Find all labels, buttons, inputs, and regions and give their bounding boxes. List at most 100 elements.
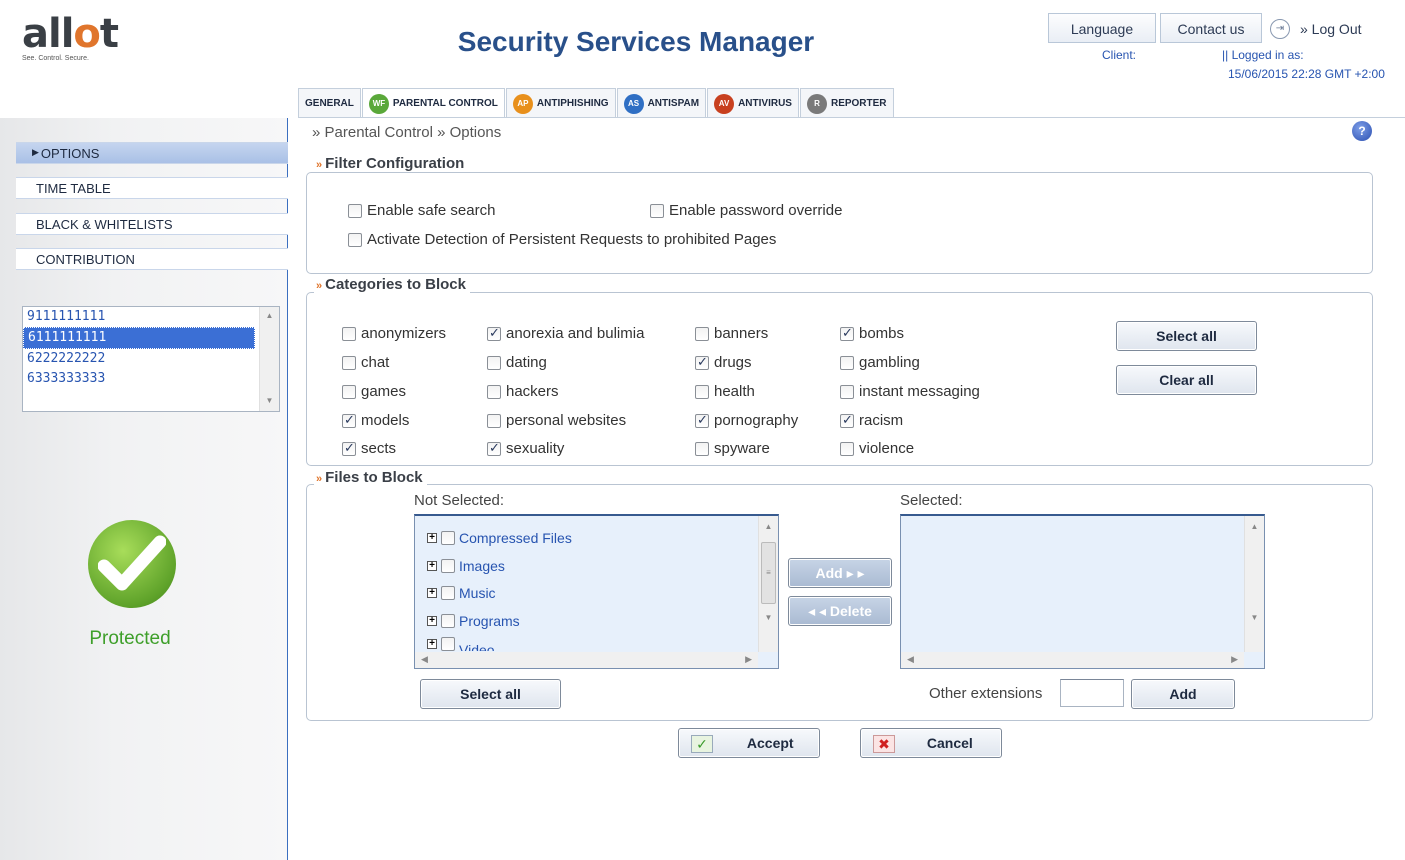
safe-search-checkbox[interactable]: Enable safe search — [348, 202, 495, 219]
scroll-up-icon[interactable]: ▲ — [759, 522, 778, 531]
checkbox-box[interactable] — [650, 203, 664, 218]
category-checkbox[interactable]: banners — [695, 325, 768, 342]
checkbox-box[interactable] — [695, 384, 709, 399]
scroll-right-icon[interactable]: ▶ — [745, 654, 752, 665]
checkbox-box[interactable] — [487, 413, 501, 428]
horizontal-scrollbar[interactable]: ◀ ▶ — [415, 652, 758, 668]
category-checkbox[interactable]: spyware — [695, 440, 770, 457]
password-override-checkbox[interactable]: Enable password override — [650, 202, 842, 219]
checkbox-box[interactable] — [487, 355, 501, 370]
accept-button[interactable]: ✓ Accept — [678, 728, 820, 758]
scroll-up-icon[interactable]: ▲ — [1245, 522, 1264, 531]
list-item-selected[interactable]: 6111111111 — [23, 327, 255, 349]
sidebar-item-contribution[interactable]: CONTRIBUTION — [16, 248, 288, 270]
scroll-down-icon[interactable]: ▼ — [759, 613, 778, 622]
scroll-right-icon[interactable]: ▶ — [1231, 654, 1238, 665]
expand-icon[interactable]: + — [427, 639, 437, 649]
persistent-requests-checkbox[interactable]: Activate Detection of Persistent Request… — [348, 231, 776, 248]
vertical-scrollbar[interactable]: ▲ ≡ ▼ — [758, 516, 778, 652]
language-button[interactable]: Language — [1048, 13, 1156, 43]
category-checkbox[interactable]: chat — [342, 354, 389, 371]
scroll-down-icon[interactable]: ▼ — [1245, 613, 1264, 622]
category-checkbox[interactable]: gambling — [840, 354, 920, 371]
checkbox-box[interactable] — [348, 203, 362, 218]
tab-reporter[interactable]: R REPORTER — [799, 88, 894, 118]
list-item[interactable]: 6222222222 — [23, 349, 255, 369]
tab-antiphishing[interactable]: AP ANTIPHISHING — [505, 88, 616, 118]
expand-icon[interactable]: + — [427, 533, 437, 543]
category-checkbox[interactable]: anorexia and bulimia — [487, 325, 644, 342]
category-checkbox[interactable]: sects — [342, 440, 396, 457]
checkbox-box[interactable] — [695, 354, 709, 370]
scroll-thumb[interactable]: ≡ — [761, 542, 776, 604]
tab-antivirus[interactable]: AV ANTIVIRUS — [707, 88, 799, 118]
client-list[interactable]: 9111111111 6111111111 6222222222 6333333… — [22, 306, 280, 412]
tab-parental-control[interactable]: WF PARENTAL CONTROL — [361, 88, 505, 118]
category-checkbox[interactable]: personal websites — [487, 412, 626, 429]
cancel-button[interactable]: ✖ Cancel — [860, 728, 1002, 758]
help-icon[interactable]: ? — [1352, 121, 1372, 141]
tree-item[interactable]: + Programs — [427, 613, 520, 629]
categories-clear-all-button[interactable]: Clear all — [1116, 365, 1257, 395]
scroll-left-icon[interactable]: ◀ — [907, 654, 914, 665]
checkbox-box[interactable] — [441, 614, 455, 628]
scroll-down-icon[interactable]: ▼ — [260, 396, 279, 405]
checkbox-box[interactable] — [695, 326, 709, 341]
checkbox-box[interactable] — [441, 586, 455, 600]
vertical-scrollbar[interactable]: ▲ ▼ — [1244, 516, 1264, 652]
sidebar-item-black-whitelists[interactable]: BLACK & WHITELISTS — [16, 213, 288, 235]
category-checkbox[interactable]: racism — [840, 412, 903, 429]
checkbox-box[interactable] — [441, 637, 455, 651]
checkbox-box[interactable] — [695, 412, 709, 428]
checkbox-box[interactable] — [695, 441, 709, 456]
list-item[interactable]: 6333333333 — [23, 369, 255, 389]
checkbox-box[interactable] — [487, 440, 501, 456]
logout-link[interactable]: » Log Out — [1300, 21, 1362, 37]
contact-us-button[interactable]: Contact us — [1160, 13, 1262, 43]
category-checkbox[interactable]: drugs — [695, 354, 752, 371]
category-checkbox[interactable]: bombs — [840, 325, 904, 342]
checkbox-box[interactable] — [441, 531, 455, 545]
checkbox-box[interactable] — [840, 384, 854, 399]
selected-file-list[interactable]: ▲ ▼ ◀ ▶ — [900, 514, 1265, 669]
tree-item[interactable]: + Compressed Files — [427, 530, 572, 546]
sidebar-item-time-table[interactable]: TIME TABLE — [16, 177, 288, 199]
tree-item[interactable]: + Music — [427, 585, 496, 601]
category-checkbox[interactable]: hackers — [487, 383, 559, 400]
checkbox-box[interactable] — [348, 232, 362, 247]
category-checkbox[interactable]: models — [342, 412, 409, 429]
checkbox-box[interactable] — [342, 384, 356, 399]
vertical-scrollbar[interactable]: ▲ ▼ — [259, 307, 279, 411]
category-checkbox[interactable]: dating — [487, 354, 547, 371]
checkbox-box[interactable] — [840, 412, 854, 428]
checkbox-box[interactable] — [342, 326, 356, 341]
category-checkbox[interactable]: anonymizers — [342, 325, 446, 342]
checkbox-box[interactable] — [840, 441, 854, 456]
scroll-left-icon[interactable]: ◀ — [421, 654, 428, 665]
other-extensions-input[interactable] — [1060, 679, 1124, 707]
checkbox-box[interactable] — [487, 384, 501, 399]
add-extension-button[interactable]: Add — [1131, 679, 1235, 709]
not-selected-file-tree[interactable]: + Compressed Files + Images + Music + Progra… — [414, 514, 779, 669]
category-checkbox[interactable]: instant messaging — [840, 383, 980, 400]
add-file-type-button[interactable]: Add ▸ ▸ — [788, 558, 892, 588]
tree-item[interactable]: + Images — [427, 558, 505, 574]
sidebar-item-options[interactable]: ▶ OPTIONS — [16, 142, 288, 164]
tab-antispam[interactable]: AS ANTISPAM — [616, 88, 707, 118]
expand-icon[interactable]: + — [427, 616, 437, 626]
tree-item[interactable]: + Video — [427, 637, 495, 651]
categories-select-all-button[interactable]: Select all — [1116, 321, 1257, 351]
scroll-up-icon[interactable]: ▲ — [260, 311, 279, 320]
logout-icon[interactable]: ⇥ — [1270, 19, 1290, 39]
delete-file-type-button[interactable]: ◂ ◂ Delete — [788, 596, 892, 626]
expand-icon[interactable]: + — [427, 588, 437, 598]
checkbox-box[interactable] — [487, 325, 501, 341]
category-checkbox[interactable]: sexuality — [487, 440, 564, 457]
category-checkbox[interactable]: health — [695, 383, 755, 400]
horizontal-scrollbar[interactable]: ◀ ▶ — [901, 652, 1244, 668]
checkbox-box[interactable] — [342, 355, 356, 370]
files-select-all-button[interactable]: Select all — [420, 679, 561, 709]
checkbox-box[interactable] — [342, 412, 356, 428]
category-checkbox[interactable]: games — [342, 383, 406, 400]
tab-general[interactable]: GENERAL — [298, 88, 361, 118]
